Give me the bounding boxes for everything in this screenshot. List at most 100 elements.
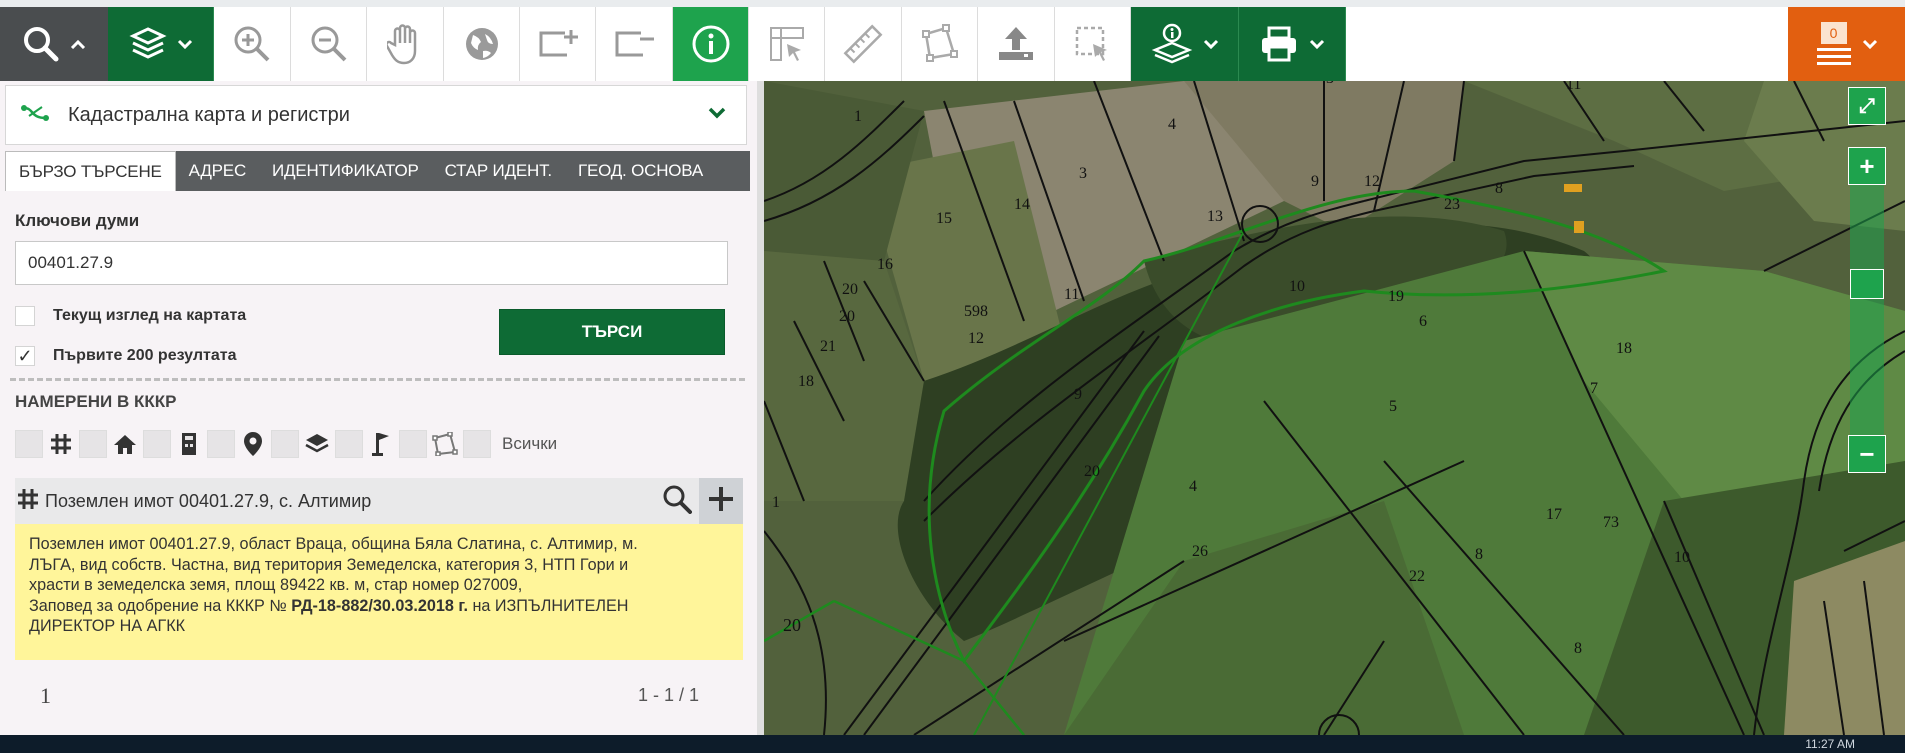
keywords-input[interactable]: [15, 241, 728, 285]
filter-checkbox-buildings[interactable]: [79, 430, 107, 458]
tab-geodetic-base[interactable]: ГЕОД. ОСНОВА: [565, 151, 716, 191]
globe-icon: [463, 25, 501, 63]
pan-button[interactable]: [367, 7, 444, 81]
map-zoom-out-button[interactable]: −: [1848, 435, 1886, 473]
parcel-label: 21: [820, 338, 836, 355]
search-icon: [662, 484, 692, 519]
parcel-label: 26: [1192, 543, 1208, 560]
map-zoom-in-button[interactable]: +: [1848, 147, 1886, 185]
parcel-label: 1: [854, 108, 862, 125]
select-area-button[interactable]: [1055, 7, 1131, 81]
filter-checkbox-polygons[interactable]: [399, 430, 427, 458]
hand-icon: [387, 23, 423, 65]
panel-splitter[interactable]: [757, 81, 764, 735]
details-line: Поземлен имот 00401.27.9, област Враца, …: [29, 535, 638, 553]
map-pin-icon: [240, 430, 266, 458]
layers-menu-button[interactable]: [108, 7, 214, 81]
tab-old-identifier[interactable]: СТАР ИДЕНТ.: [432, 151, 565, 191]
fullscreen-button[interactable]: ⤢: [1848, 87, 1886, 125]
chevron-down-icon: [177, 39, 193, 49]
upload-button[interactable]: [978, 7, 1055, 81]
parcel-label: 8: [1495, 180, 1503, 197]
search-button[interactable]: ТЪРСИ: [499, 309, 725, 355]
ruler-icon: [842, 23, 884, 65]
filter-checkbox-units[interactable]: [143, 430, 171, 458]
tab-identifier[interactable]: ИДЕНТИФИКАТОР: [259, 151, 432, 191]
list-icon: 0: [1816, 20, 1852, 68]
parcel-label: 12: [1364, 173, 1380, 190]
taskbar-clock: 11:27 AM: [1805, 737, 1855, 751]
details-line: ДИРЕКТОР НА АГКК: [29, 617, 186, 635]
search-menu-button[interactable]: [0, 7, 108, 81]
found-heading: НАМЕРЕНИ В КККР: [15, 392, 177, 411]
first200-checkbox[interactable]: ✓: [15, 346, 35, 366]
details-order-suffix: на ИЗПЪЛНИТЕЛЕН: [467, 596, 629, 615]
satellite-map: 1433141516202021181391282319101159812695…: [764, 81, 1905, 735]
filter-checkbox-addresses[interactable]: [207, 430, 235, 458]
chevron-up-icon: [70, 39, 86, 49]
parcel-label: 19: [1388, 288, 1404, 305]
first200-label: Първите 200 резултата: [53, 347, 237, 364]
filter-checkbox-parcels[interactable]: [15, 430, 43, 458]
parcel-label: 8: [1574, 640, 1582, 657]
home-icon: [112, 430, 138, 458]
add-result-button[interactable]: [699, 478, 743, 524]
parcel-label: 16: [877, 256, 893, 273]
zoom-slider-handle[interactable]: [1850, 269, 1884, 299]
measure-area-button[interactable]: [902, 7, 978, 81]
parcel-label: 18: [798, 373, 814, 390]
apartment-icon: [176, 430, 202, 458]
coordinates-button[interactable]: [749, 7, 825, 81]
grid-icon: [48, 430, 74, 458]
identify-button[interactable]: [673, 7, 749, 81]
print-menu-button[interactable]: [1239, 7, 1346, 81]
parcel-label: 8: [1475, 546, 1483, 563]
plus-icon: +: [1859, 150, 1875, 181]
rect-plus-icon: [537, 27, 579, 61]
layer-select-label: Кадастрална карта и регистри: [68, 103, 350, 126]
parcel-label: 23: [1444, 196, 1460, 213]
zoom-out-rect-button[interactable]: [596, 7, 673, 81]
parcel-label: 11: [1566, 81, 1581, 93]
details-line: ЛЪГА, вид собств. Частна, вид територия …: [29, 555, 629, 574]
parcel-label: 10: [1289, 278, 1305, 295]
parcel-label: 5: [1389, 398, 1397, 415]
parcel-label: 20: [842, 281, 858, 298]
full-extent-button[interactable]: [444, 7, 520, 81]
map-view[interactable]: 1433141516202021181391282319101159812695…: [764, 81, 1905, 735]
parcel-label: 14: [1014, 196, 1030, 213]
chevron-down-icon: [1862, 39, 1878, 49]
page-number[interactable]: 1: [40, 683, 51, 709]
parcel-label: 20: [783, 615, 801, 635]
filter-all-label: Всички: [502, 434, 558, 453]
zoom-to-result-button[interactable]: [655, 478, 699, 524]
measure-distance-button[interactable]: [825, 7, 902, 81]
filter-checkbox-layers[interactable]: [271, 430, 299, 458]
layer-select[interactable]: Кадастрална карта и регистри: [5, 85, 747, 145]
tab-quick-search[interactable]: БЪРЗО ТЪРСЕНЕ: [5, 151, 176, 191]
parcel-label: 6: [1419, 313, 1427, 330]
details-order-prefix: Заповед за одобрение на КККР №: [29, 596, 292, 615]
result-details: Поземлен имот 00401.27.9, област Враца, …: [15, 524, 743, 660]
zoom-in-button[interactable]: [214, 7, 291, 81]
result-type-filters: Всички: [15, 428, 557, 460]
chevron-down-icon: [708, 106, 726, 124]
result-title: Поземлен имот 00401.27.9, с. Алтимир: [45, 490, 372, 511]
chevron-down-icon: [1309, 39, 1325, 49]
parcel-label: 20: [1084, 463, 1100, 480]
parcel-label: 3: [1079, 165, 1087, 182]
filter-checkbox-all[interactable]: [463, 430, 491, 458]
zoom-out-button[interactable]: [291, 7, 367, 81]
printer-icon: [1259, 25, 1299, 63]
tab-address[interactable]: АДРЕС: [176, 151, 259, 191]
current-view-checkbox[interactable]: [15, 306, 35, 326]
zoom-to-rect-button[interactable]: [520, 7, 596, 81]
result-item[interactable]: Поземлен имот 00401.27.9, с. Алтимир: [15, 478, 743, 524]
flag-icon: [368, 430, 394, 458]
filter-checkbox-points[interactable]: [335, 430, 363, 458]
user-menu-button[interactable]: 0: [1788, 7, 1905, 81]
parcel-label: 13: [1207, 208, 1223, 225]
layer-info-menu-button[interactable]: [1131, 7, 1239, 81]
parcel-label: 12: [968, 330, 984, 347]
zoom-slider-track[interactable]: [1850, 185, 1884, 435]
